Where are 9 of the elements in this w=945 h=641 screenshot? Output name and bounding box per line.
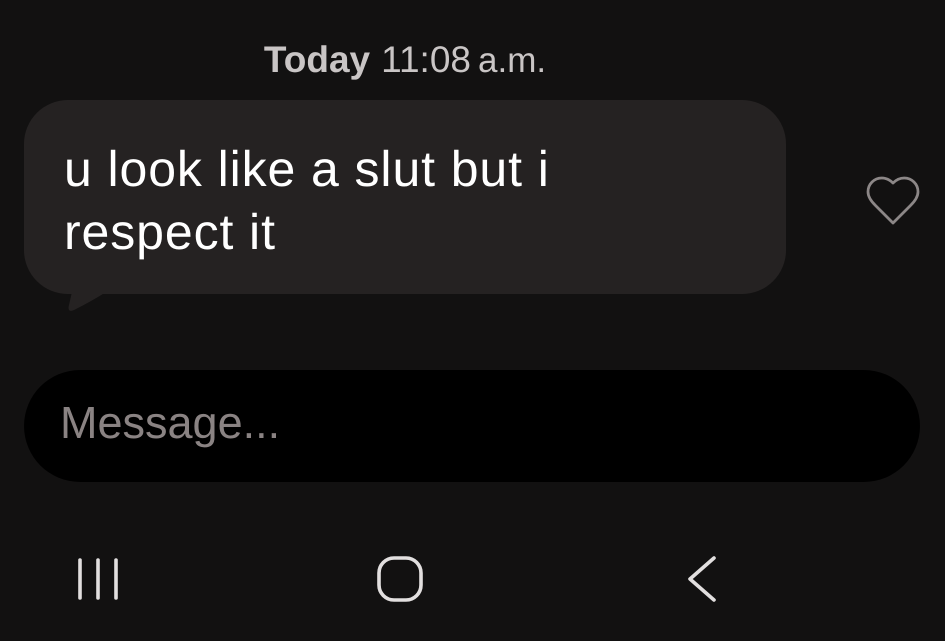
heart-icon[interactable]: [866, 176, 920, 225]
timestamp-day: Today: [264, 38, 370, 82]
timestamp-time: 11:08: [381, 38, 471, 82]
home-icon[interactable]: [377, 556, 423, 602]
timestamp-period: a.m.: [478, 40, 546, 82]
recent-apps-icon[interactable]: [76, 556, 120, 602]
message-field[interactable]: Message...: [24, 370, 920, 482]
back-icon[interactable]: [686, 555, 718, 603]
message-text: u look like a slut but i respect it: [64, 140, 551, 262]
